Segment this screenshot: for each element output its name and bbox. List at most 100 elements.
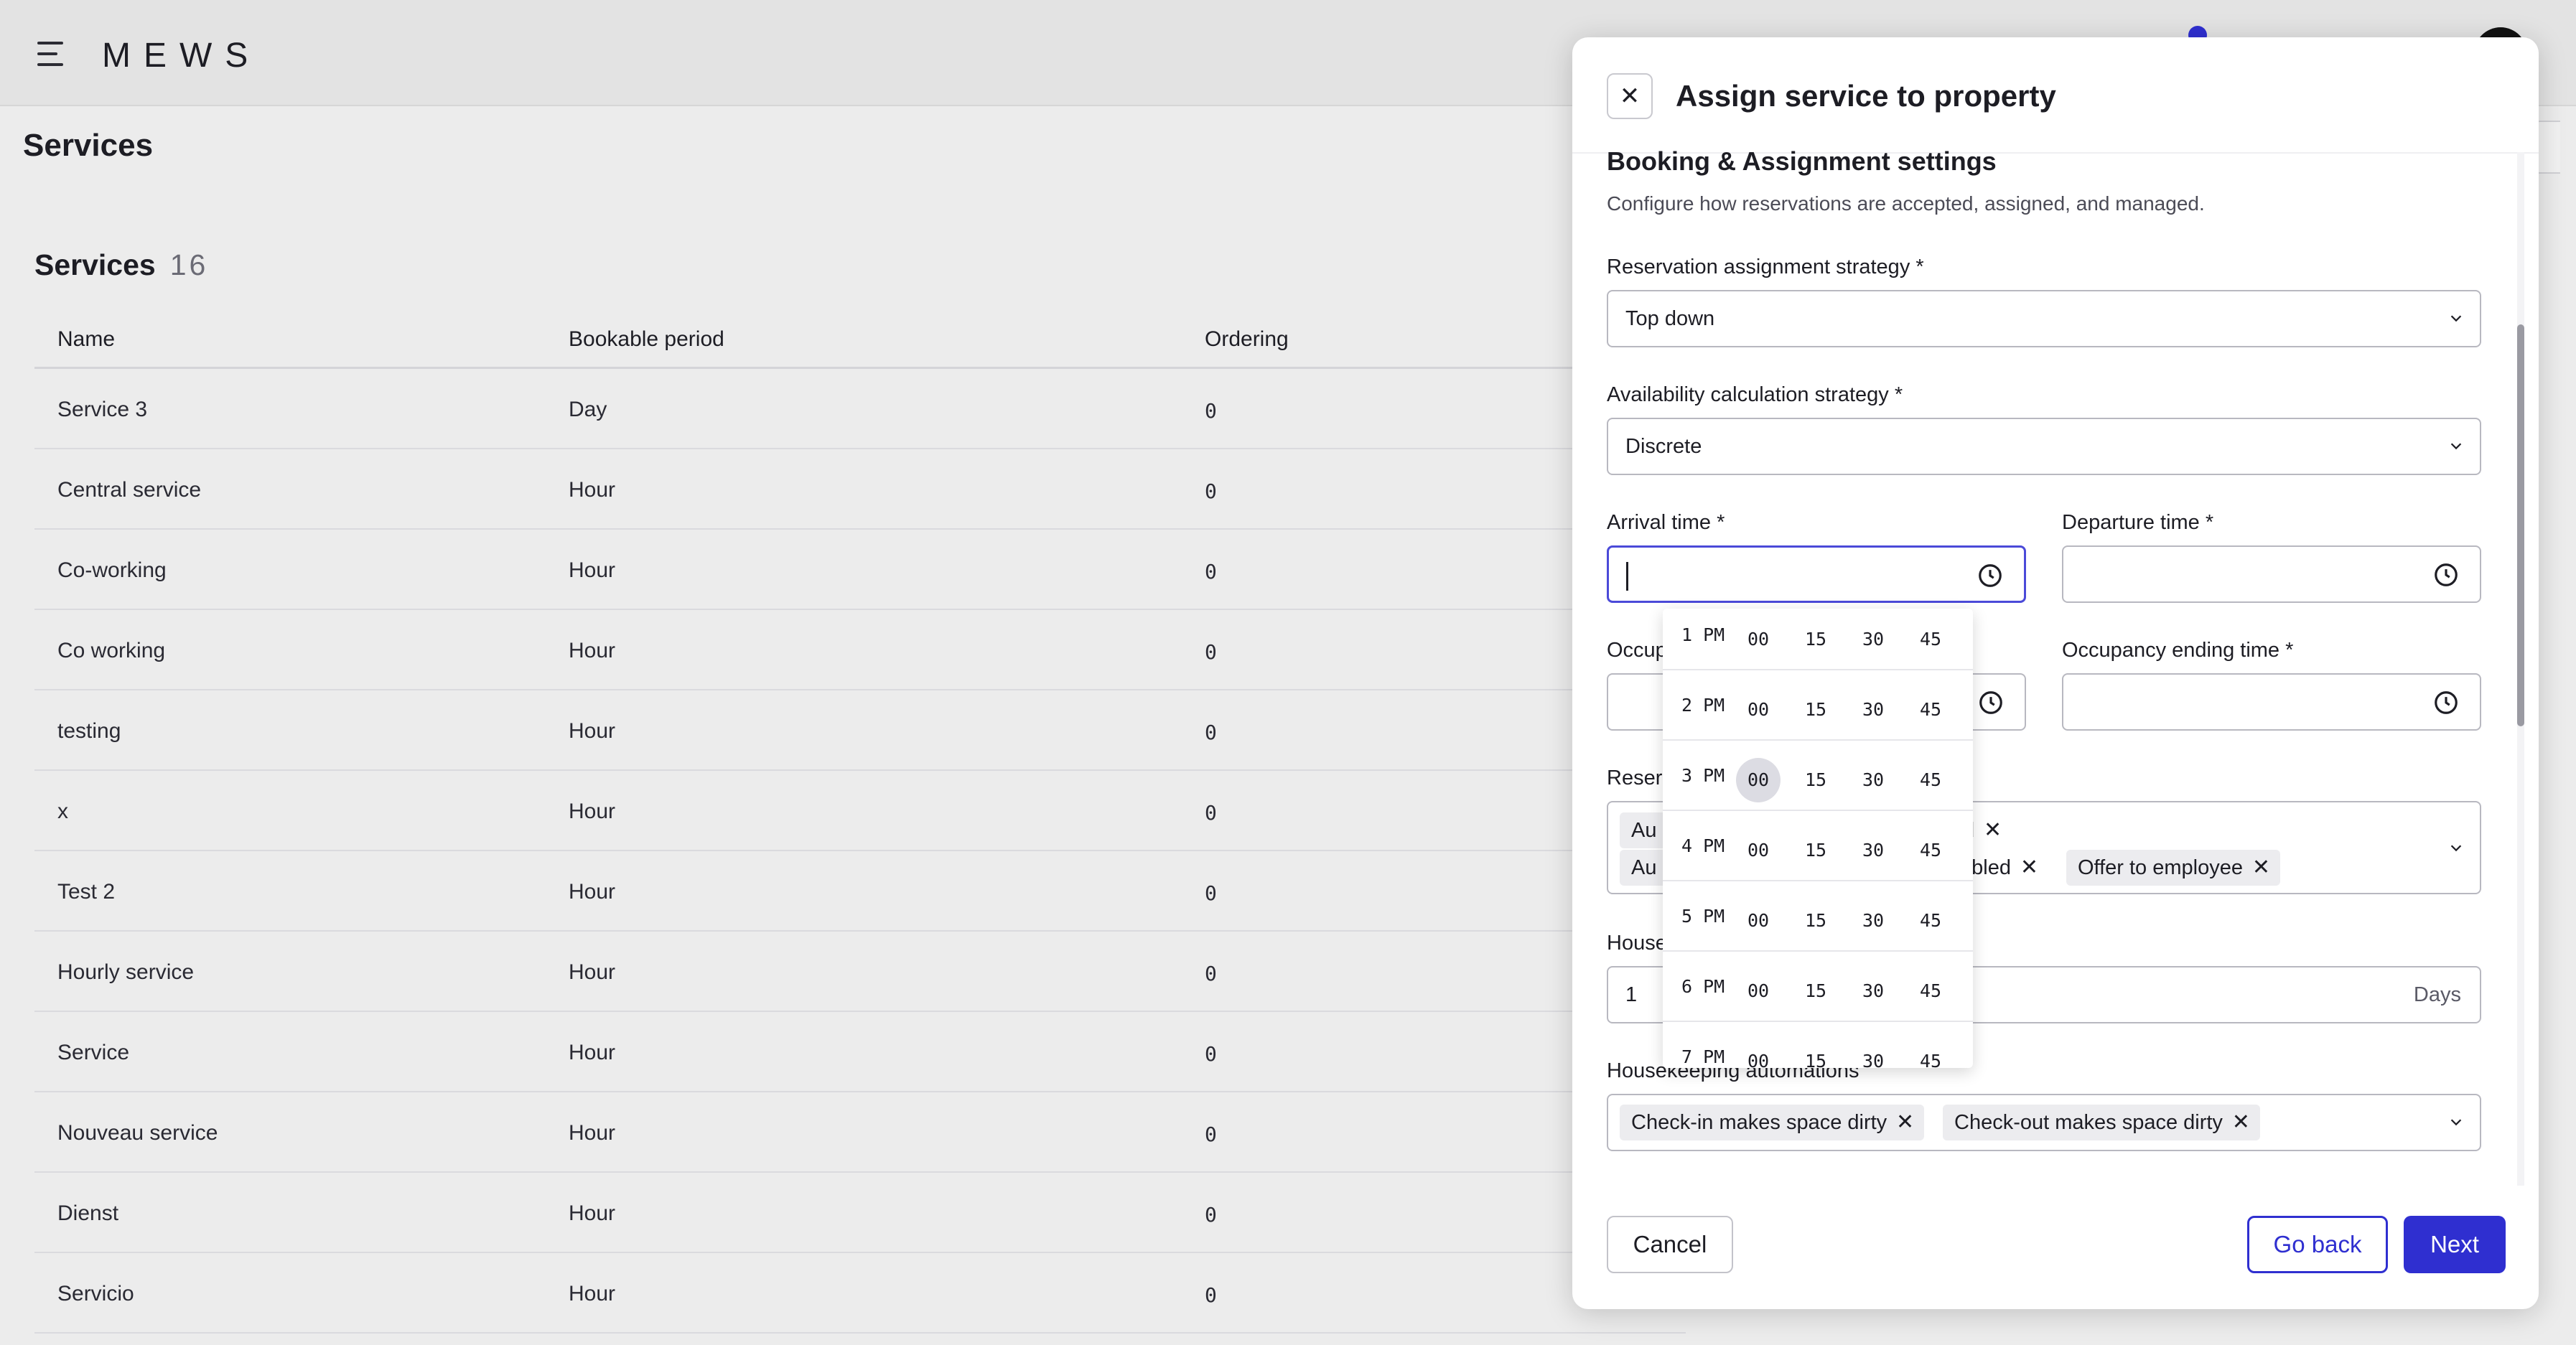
chevron-down-icon bbox=[2450, 1119, 2462, 1126]
remove-chip-icon[interactable]: ✕ bbox=[2020, 850, 2038, 886]
housekeeping-interval-unit: Days bbox=[2413, 983, 2461, 1006]
minute-option[interactable]: 30 bbox=[1851, 828, 1895, 873]
minute-option[interactable]: 30 bbox=[1851, 1039, 1895, 1068]
minute-option[interactable]: 00 bbox=[1736, 1039, 1781, 1068]
cell-ordering: 0 bbox=[1205, 1283, 1217, 1307]
occupancy-end-input[interactable] bbox=[2062, 673, 2481, 731]
reservation-options-label: Reser bbox=[1607, 767, 1663, 789]
minute-option[interactable]: 00 bbox=[1736, 828, 1781, 873]
table-row[interactable]: testing Hour 0 bbox=[34, 690, 1686, 771]
availability-strategy-select[interactable]: Discrete bbox=[1607, 418, 2481, 475]
minute-option[interactable]: 30 bbox=[1851, 688, 1895, 732]
next-button[interactable]: Next bbox=[2404, 1216, 2506, 1273]
cell-bookable-period: Hour bbox=[569, 478, 616, 502]
remove-chip-icon[interactable]: ✕ bbox=[1984, 812, 2002, 848]
cell-ordering: 0 bbox=[1205, 801, 1217, 825]
minute-option[interactable]: 45 bbox=[1908, 899, 1953, 943]
clock-icon[interactable] bbox=[1977, 689, 2005, 716]
minute-option[interactable]: 45 bbox=[1908, 758, 1953, 802]
housekeeping-label: House bbox=[1607, 932, 1667, 955]
minute-option[interactable]: 45 bbox=[1908, 828, 1953, 873]
cell-ordering: 0 bbox=[1205, 962, 1217, 985]
cell-bookable-period: Day bbox=[569, 398, 607, 421]
cell-ordering: 0 bbox=[1205, 640, 1217, 664]
availability-strategy-label: Availability calculation strategy * bbox=[1607, 383, 1903, 406]
remove-chip-icon[interactable]: ✕ bbox=[1896, 1105, 1914, 1140]
minute-option[interactable]: 45 bbox=[1908, 617, 1953, 662]
table-row[interactable]: Dienst Hour 0 bbox=[34, 1173, 1686, 1253]
cell-bookable-period: Hour bbox=[569, 719, 616, 743]
clock-icon[interactable] bbox=[2432, 689, 2460, 716]
table-body: Service 3 Day 0 Central service Hour 0 Co-work… bbox=[34, 369, 1686, 1334]
minute-option[interactable]: 15 bbox=[1793, 758, 1838, 802]
remove-chip-icon[interactable]: ✕ bbox=[2252, 850, 2270, 886]
time-picker-row: 7 PM 00 15 30 45 bbox=[1663, 1022, 1973, 1068]
cell-bookable-period: Hour bbox=[569, 558, 616, 582]
table-row[interactable]: Service 3 Day 0 bbox=[34, 369, 1686, 449]
table-row[interactable]: x Hour 0 bbox=[34, 771, 1686, 851]
clock-icon[interactable] bbox=[2432, 561, 2460, 589]
clock-icon[interactable] bbox=[1977, 562, 2004, 589]
remove-chip-icon[interactable]: ✕ bbox=[2232, 1105, 2250, 1140]
table-row[interactable]: Hourly service Hour 0 bbox=[34, 932, 1686, 1012]
minute-option[interactable]: 15 bbox=[1793, 899, 1838, 943]
departure-time-label: Departure time * bbox=[2062, 511, 2214, 534]
cell-name: Servicio bbox=[57, 1282, 134, 1306]
column-header-name[interactable]: Name bbox=[57, 327, 115, 352]
mews-logo[interactable]: MEWS bbox=[102, 36, 261, 75]
housekeeping-interval-value: 1 bbox=[1625, 983, 1638, 1006]
table-row[interactable]: Co working Hour 0 bbox=[34, 610, 1686, 690]
departure-time-input[interactable] bbox=[2062, 545, 2481, 603]
table-row[interactable]: Central service Hour 0 bbox=[34, 449, 1686, 530]
scrollbar-thumb[interactable] bbox=[2517, 324, 2524, 726]
minute-option[interactable]: 30 bbox=[1851, 617, 1895, 662]
cell-bookable-period: Hour bbox=[569, 1041, 616, 1064]
cell-ordering: 0 bbox=[1205, 1203, 1217, 1227]
close-button[interactable]: ✕ bbox=[1607, 73, 1653, 119]
table-row[interactable]: Nouveau service Hour 0 bbox=[34, 1092, 1686, 1173]
housekeeping-automations-select[interactable]: Check-in makes space dirty ✕ Check-out ma… bbox=[1607, 1094, 2481, 1151]
minute-option[interactable]: 30 bbox=[1851, 899, 1895, 943]
cancel-button[interactable]: Cancel bbox=[1607, 1216, 1733, 1273]
minute-option[interactable]: 00 bbox=[1736, 899, 1781, 943]
assignment-strategy-select[interactable]: Top down bbox=[1607, 290, 2481, 347]
table-row[interactable]: Servicio Hour 0 bbox=[34, 1253, 1686, 1334]
minute-option[interactable]: 00 bbox=[1736, 758, 1781, 802]
minute-option[interactable]: 00 bbox=[1736, 688, 1781, 732]
minute-option[interactable]: 45 bbox=[1908, 1039, 1953, 1068]
table-row[interactable]: Service Hour 0 bbox=[34, 1012, 1686, 1092]
hour-label: 5 PM bbox=[1681, 906, 1725, 927]
time-picker-dropdown: 1 PM 00 15 30 45 2 PM 00 15 30 45 3 PM 00 15 30 45 4 PM… bbox=[1663, 609, 1973, 1068]
dialog-title: Assign service to property bbox=[1676, 79, 2056, 113]
go-back-button[interactable]: Go back bbox=[2247, 1216, 2388, 1273]
column-header-ordering[interactable]: Ordering bbox=[1205, 327, 1289, 352]
assignment-strategy-value: Top down bbox=[1625, 307, 1715, 330]
minute-option[interactable]: 00 bbox=[1736, 969, 1781, 1013]
services-count: 16 bbox=[169, 248, 209, 281]
minute-option[interactable]: 15 bbox=[1793, 828, 1838, 873]
section-title: Booking & Assignment settings bbox=[1607, 146, 1997, 176]
minute-option[interactable]: 30 bbox=[1851, 969, 1895, 1013]
arrival-time-input[interactable] bbox=[1607, 545, 2026, 603]
table-header: Name Bookable period Ordering bbox=[34, 316, 1686, 369]
hour-label: 1 PM bbox=[1681, 624, 1725, 645]
hour-label: 3 PM bbox=[1681, 765, 1725, 786]
cell-name: Hourly service bbox=[57, 960, 195, 984]
chevron-down-icon bbox=[2450, 443, 2462, 450]
minute-option[interactable]: 15 bbox=[1793, 688, 1838, 732]
minute-option[interactable]: 45 bbox=[1908, 969, 1953, 1013]
chevron-down-icon bbox=[2450, 845, 2462, 852]
cell-ordering: 0 bbox=[1205, 881, 1217, 905]
cell-bookable-period: Hour bbox=[569, 800, 616, 823]
minute-option[interactable]: 15 bbox=[1793, 617, 1838, 662]
hour-label: 6 PM bbox=[1681, 976, 1725, 997]
column-header-bookable-period[interactable]: Bookable period bbox=[569, 327, 724, 352]
table-row[interactable]: Test 2 Hour 0 bbox=[34, 851, 1686, 932]
minute-option[interactable]: 45 bbox=[1908, 688, 1953, 732]
minute-option[interactable]: 15 bbox=[1793, 1039, 1838, 1068]
table-row[interactable]: Co-working Hour 0 bbox=[34, 530, 1686, 610]
minute-option[interactable]: 00 bbox=[1736, 617, 1781, 662]
menu-icon[interactable] bbox=[37, 42, 66, 67]
minute-option[interactable]: 30 bbox=[1851, 758, 1895, 802]
minute-option[interactable]: 15 bbox=[1793, 969, 1838, 1013]
